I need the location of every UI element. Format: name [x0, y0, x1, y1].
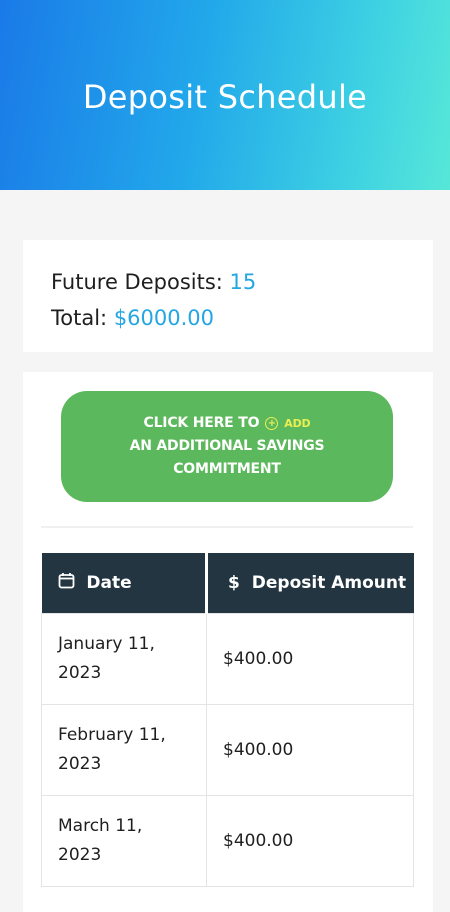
plus-circle-icon: + [265, 417, 279, 430]
total-label: Total: [51, 306, 108, 330]
amount-cell: $400.00 [206, 795, 414, 887]
deposit-summary-card: Future Deposits: 15 Total: $6000.00 [23, 240, 433, 352]
table-header-row: Date $ Deposit Amount [41, 553, 414, 614]
dollar-icon: $ [228, 573, 240, 593]
divider [41, 526, 413, 528]
cta-line-2: AN ADDITIONAL SAVINGS [129, 438, 325, 454]
amount-cell: $400.00 [206, 613, 414, 705]
date-header-label: Date [86, 573, 132, 593]
date-cell: March 11, 2023 [41, 795, 207, 887]
amount-cell: $400.00 [206, 704, 414, 796]
page-title: Deposit Schedule [82, 78, 368, 116]
total-line: Total: $6000.00 [51, 300, 405, 336]
future-deposits-label: Future Deposits: [51, 270, 223, 294]
cta-line-1: CLICK HERE TO + ADD [144, 412, 311, 435]
amount-header-label: Deposit Amount [251, 573, 407, 593]
date-year: 2023 [58, 663, 102, 683]
date-column-header[interactable]: Date [41, 553, 208, 614]
date-year: 2023 [58, 754, 102, 774]
table-row: January 11, 2023 $400.00 [41, 613, 414, 705]
cta-add-label: ADD [284, 417, 311, 430]
future-deposits-line: Future Deposits: 15 [51, 264, 405, 300]
schedule-panel: CLICK HERE TO + ADD AN ADDITIONAL SAVING… [23, 372, 433, 912]
page-header: Deposit Schedule [0, 0, 450, 190]
amount-column-header[interactable]: $ Deposit Amount [206, 553, 414, 614]
add-savings-commitment-button[interactable]: CLICK HERE TO + ADD AN ADDITIONAL SAVING… [61, 391, 393, 502]
calendar-icon [58, 572, 75, 594]
cta-line-3: COMMITMENT [173, 461, 281, 477]
table-row: February 11, 2023 $400.00 [41, 704, 414, 796]
date-year: 2023 [58, 845, 102, 865]
date-month-day: March 11, [58, 816, 143, 836]
table-row: March 11, 2023 $400.00 [41, 795, 414, 887]
date-month-day: February 11, [58, 725, 166, 745]
total-value: $6000.00 [113, 306, 215, 330]
cta-text-1: CLICK HERE TO [143, 415, 260, 431]
date-cell: January 11, 2023 [41, 613, 207, 705]
date-month-day: January 11, [58, 634, 155, 654]
deposit-schedule-table: Date $ Deposit Amount January 11, 2023 $… [41, 553, 414, 887]
future-deposits-value: 15 [229, 270, 257, 294]
date-cell: February 11, 2023 [41, 704, 207, 796]
